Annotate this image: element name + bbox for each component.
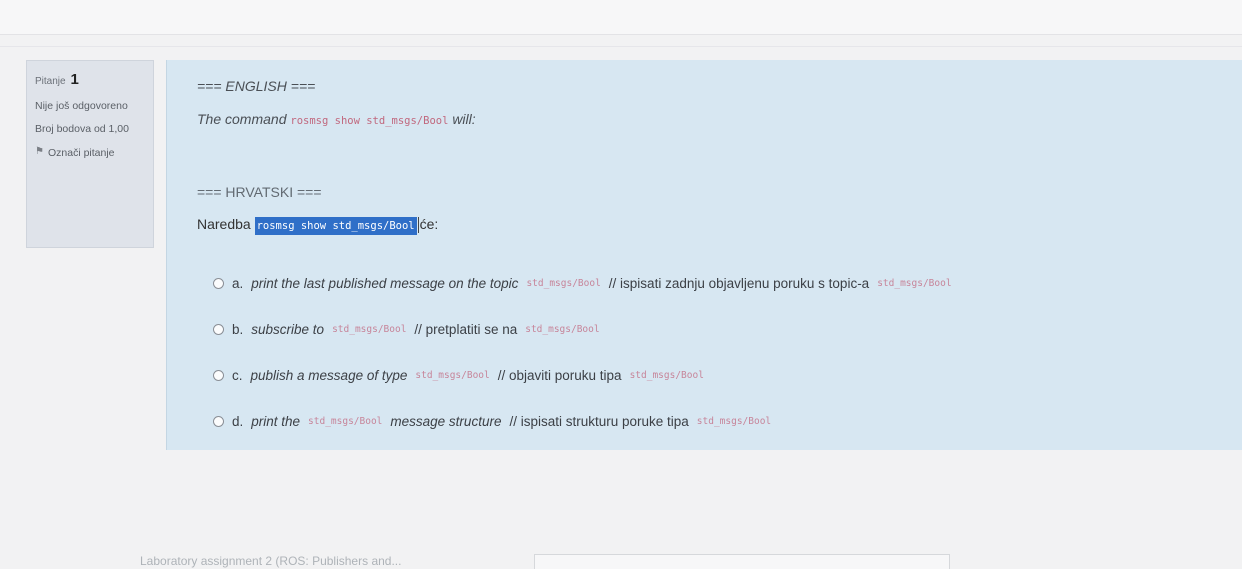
option-english-text: publish a message of type — [250, 367, 408, 383]
option-code: std_msgs/Bool — [526, 277, 601, 289]
top-bar — [0, 0, 1242, 35]
english-heading: === ENGLISH === — [197, 78, 316, 94]
option-english-text: print the last published message on the … — [251, 275, 519, 291]
option-letter: b. — [232, 321, 244, 337]
divider — [0, 46, 1242, 47]
croatian-question: Naredba rosmsg show std_msgs/Bool će: — [197, 216, 439, 235]
option-croatian-text: // ispisati strukturu poruke tipa — [509, 413, 689, 429]
option-croatian-text: // objaviti poruku tipa — [497, 367, 622, 383]
croatian-heading: === HRVATSKI === — [197, 184, 322, 200]
english-suffix: will: — [452, 111, 476, 127]
option-code: std_msgs/Bool — [308, 415, 383, 427]
answer-list: a. print the last published message on t… — [213, 260, 952, 444]
english-command: rosmsg show std_msgs/Bool — [290, 115, 449, 127]
option-letter: a. — [232, 275, 244, 291]
croatian-prefix: Naredba — [197, 216, 251, 232]
question-label: Pitanje — [35, 76, 66, 87]
answer-option-b[interactable]: b. subscribe to std_msgs/Bool // pretpla… — [213, 306, 952, 352]
english-prefix: The command — [197, 111, 287, 127]
option-english-text: print the — [251, 413, 301, 429]
option-english-text: subscribe to — [251, 321, 325, 337]
option-code: std_msgs/Bool — [332, 323, 407, 335]
option-letter: c. — [232, 367, 243, 383]
option-croatian-text: // ispisati zadnju objavljenu poruku s t… — [608, 275, 870, 291]
question-number: 1 — [70, 71, 79, 88]
option-code: std_msgs/Bool — [525, 323, 600, 335]
question-score: Broj bodova od 1,00 — [35, 123, 129, 136]
question-info-panel: Pitanje 1 Nije još odgovoreno Broj bodov… — [26, 60, 154, 248]
croatian-suffix: će: — [419, 216, 439, 232]
question-status: Nije još odgovoreno — [35, 100, 128, 113]
option-letter: d. — [232, 413, 244, 429]
flag-question-label: Označi pitanje — [47, 146, 115, 159]
option-code: std_msgs/Bool — [415, 369, 490, 381]
radio-button-c[interactable] — [213, 369, 224, 381]
option-croatian-text: // pretplatiti se na — [414, 321, 518, 337]
flag-icon: ⚑ — [35, 145, 44, 157]
answer-option-c[interactable]: c. publish a message of type std_msgs/Bo… — [213, 352, 952, 398]
text-cursor — [417, 217, 419, 234]
option-code: std_msgs/Bool — [629, 369, 704, 381]
question-number-row: Pitanje 1 — [35, 70, 145, 90]
radio-button-b[interactable] — [213, 323, 224, 335]
answer-option-a[interactable]: a. print the last published message on t… — [213, 260, 952, 306]
option-code: std_msgs/Bool — [696, 415, 772, 427]
jump-to-select[interactable] — [534, 554, 950, 569]
radio-button-a[interactable] — [213, 277, 224, 289]
radio-button-d[interactable] — [213, 415, 224, 427]
question-text-panel: === ENGLISH === The command rosmsg show … — [166, 60, 1242, 450]
answer-option-d[interactable]: d. print the std_msgs/Bool message struc… — [213, 398, 952, 444]
option-code: std_msgs/Bool — [877, 277, 952, 289]
flag-question-button[interactable]: ⚑ Označi pitanje — [35, 146, 145, 160]
croatian-command-selected: rosmsg show std_msgs/Bool — [254, 217, 417, 235]
option-english-text-2: message structure — [390, 413, 502, 429]
footer: Laboratory assignment 2 (ROS: Publishers… — [0, 540, 1242, 569]
english-question: The command rosmsg show std_msgs/Bool wi… — [197, 111, 476, 127]
